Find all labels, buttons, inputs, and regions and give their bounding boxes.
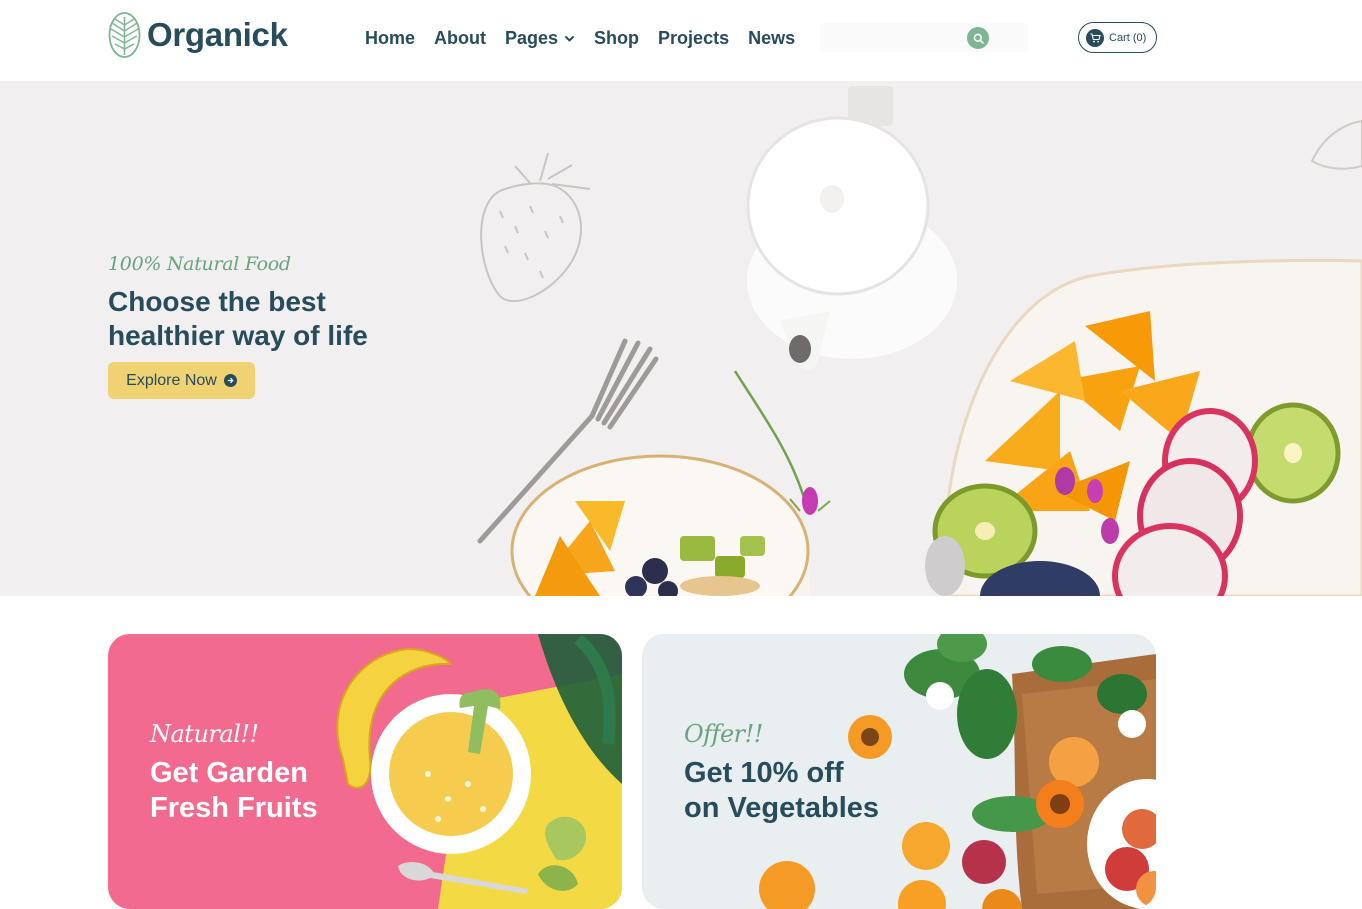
search-bar (820, 23, 1028, 52)
promo-card-vegetables[interactable]: Offer!! Get 10% off on Vegetables (642, 634, 1156, 909)
nav-shop[interactable]: Shop (594, 27, 639, 49)
fruit-platter (925, 258, 1362, 596)
nav-about-label: About (434, 28, 486, 48)
nav-news-label: News (748, 28, 796, 48)
cart-icon-badge (1086, 28, 1104, 47)
promo-fruits-tag: Natural!! (150, 720, 259, 748)
hero-banner: 100% Natural Food Choose the best health… (0, 81, 1362, 596)
nav-pages-label: Pages (505, 28, 559, 48)
arrow-right-icon (223, 374, 237, 387)
nav-pages[interactable]: Pages (505, 27, 575, 49)
promo-fruits-title: Get Garden Fresh Fruits (150, 756, 318, 826)
search-input[interactable] (826, 27, 966, 48)
nav-news[interactable]: News (748, 27, 795, 49)
nav-home[interactable]: Home (365, 27, 415, 49)
leaf-logo-icon (108, 12, 141, 58)
search-icon (973, 33, 984, 44)
site-header: Organick Home About Pages Shop Projects … (0, 0, 1362, 81)
nav-about[interactable]: About (434, 27, 486, 49)
main-nav: Home About Pages Shop Projects News (365, 27, 795, 49)
nav-home-label: Home (365, 28, 416, 48)
teapot-icon (746, 86, 957, 371)
hero-title-line-2: healthier way of life (108, 320, 368, 351)
nav-projects-label: Projects (658, 28, 730, 48)
promo-vegetables-title-line-1: Get 10% off (684, 757, 844, 789)
hero-title-line-1: Choose the best (108, 286, 326, 317)
promo-fruits-title-line-1: Get Garden (150, 757, 308, 789)
cart-button[interactable]: Cart (0) (1078, 22, 1157, 53)
nav-shop-label: Shop (594, 28, 640, 48)
nav-projects[interactable]: Projects (658, 27, 729, 49)
explore-now-label: Explore Now (126, 371, 217, 389)
leaf-doodle-icon (1310, 119, 1362, 170)
brand-logo[interactable]: Organick (108, 11, 288, 59)
promo-vegetables-title-line-2: on Vegetables (684, 792, 880, 824)
cart-label: Cart (0) (1109, 31, 1147, 44)
promo-vegetables-title: Get 10% off on Vegetables (684, 756, 879, 826)
promo-fruits-title-line-2: Fresh Fruits (150, 792, 318, 824)
promo-card-fruits[interactable]: Natural!! Get Garden Fresh Fruits (108, 634, 622, 909)
chevron-down-icon (565, 35, 575, 42)
strawberry-doodle-icon (480, 152, 591, 303)
promo-vegetables-tag: Offer!! (684, 720, 763, 748)
hero-subtitle: 100% Natural Food (108, 253, 291, 275)
cart-icon (1090, 32, 1101, 42)
search-button[interactable] (967, 27, 989, 49)
hero-title: Choose the best healthier way of life (108, 285, 428, 353)
explore-now-button[interactable]: Explore Now (108, 362, 255, 399)
brand-name: Organick (147, 16, 288, 53)
